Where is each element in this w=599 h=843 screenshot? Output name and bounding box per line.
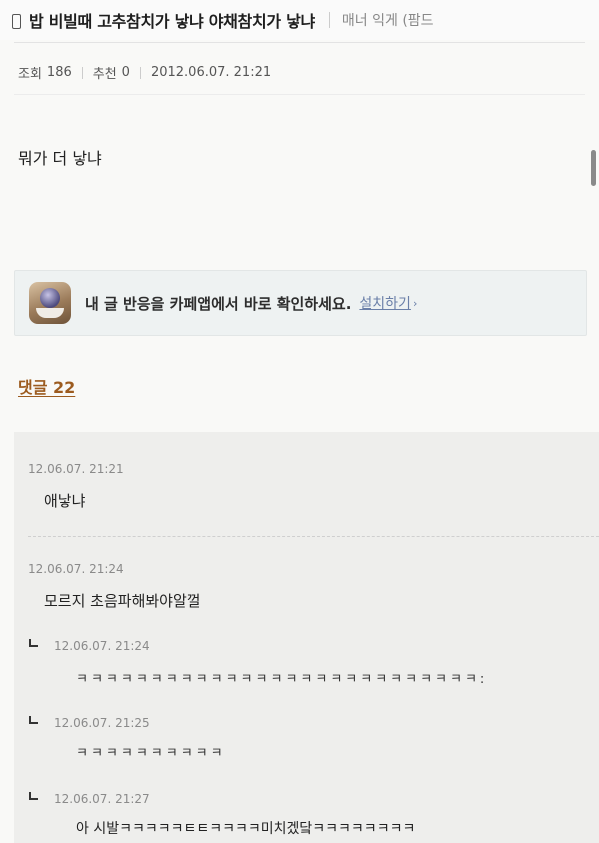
divider [139, 66, 141, 79]
divider [28, 536, 599, 537]
reply-text: 아 시발ㅋㅋㅋㅋㅋㅌㅌㅋㅋㅋㅋ미치겠닼ㅋㅋㅋㅋㅋㅋㅋㅋ [76, 821, 416, 837]
banner-text: 내 글 반응을 카페앱에서 바로 확인하세요. [85, 294, 352, 313]
recommend-label: 추천 [92, 67, 117, 82]
cafe-app-icon [29, 282, 71, 324]
post-title[interactable]: 밥 비빌때 고추참치가 낳냐 야채참치가 낳냐 [29, 8, 315, 32]
app-install-banner[interactable]: 내 글 반응을 카페앱에서 바로 확인하세요. 설치하기 › [14, 270, 587, 336]
divider [81, 66, 83, 79]
reply-date: 12.06.07. 21:25 [54, 716, 150, 730]
views-count: 186 [46, 65, 72, 80]
reply-text: ㅋㅋㅋㅋㅋㅋㅋㅋㅋㅋㅋㅋㅋㅋㅋㅋㅋㅋㅋㅋㅋㅋㅋㅋㅋㅋㅋ: [76, 672, 488, 687]
reply-date: 12.06.07. 21:24 [54, 639, 150, 653]
reply-arrow-icon [29, 639, 38, 647]
reply-text: ㅋㅋㅋㅋㅋㅋㅋㅋㅋㅋ [76, 746, 226, 761]
mobile-icon [12, 13, 21, 29]
recommend-count: 0 [121, 65, 130, 80]
divider [328, 12, 330, 28]
reply-arrow-icon [29, 716, 38, 724]
divider [14, 42, 585, 43]
comment-date: 12.06.07. 21:21 [28, 462, 124, 476]
divider [14, 94, 585, 95]
comment-date: 12.06.07. 21:24 [28, 562, 124, 576]
cafe-post-page: 밥 비빌때 고추참치가 낳냐 야채참치가 낳냐 매너 익게 (팜드 조회 186… [0, 0, 599, 843]
post-header: 밥 비빌때 고추참치가 낳냐 야채참치가 낳냐 매너 익게 (팜드 [0, 0, 599, 40]
reply-date: 12.06.07. 21:27 [54, 792, 150, 806]
install-link[interactable]: 설치하기 [359, 293, 411, 313]
comment-text: 모르지 초음파해봐야알껄 [44, 592, 201, 610]
board-name-link[interactable]: 매너 익게 (팜드 [342, 10, 434, 30]
views-label: 조회 [18, 67, 42, 82]
comment-text: 애낳냐 [44, 492, 86, 510]
reply-arrow-icon [29, 792, 38, 800]
chevron-right-icon: › [412, 296, 418, 310]
comment-list: 12.06.07. 21:21 애낳냐 12.06.07. 21:24 모르지 … [14, 432, 599, 843]
post-datetime: 2012.06.07. 21:21 [150, 65, 272, 80]
scrollbar[interactable] [591, 150, 596, 186]
post-meta: 조회 186 추천 0 2012.06.07. 21:21 [18, 63, 271, 82]
post-body: 뭐가 더 낳냐 [18, 149, 102, 168]
comments-header[interactable]: 댓글 22 [18, 374, 75, 398]
